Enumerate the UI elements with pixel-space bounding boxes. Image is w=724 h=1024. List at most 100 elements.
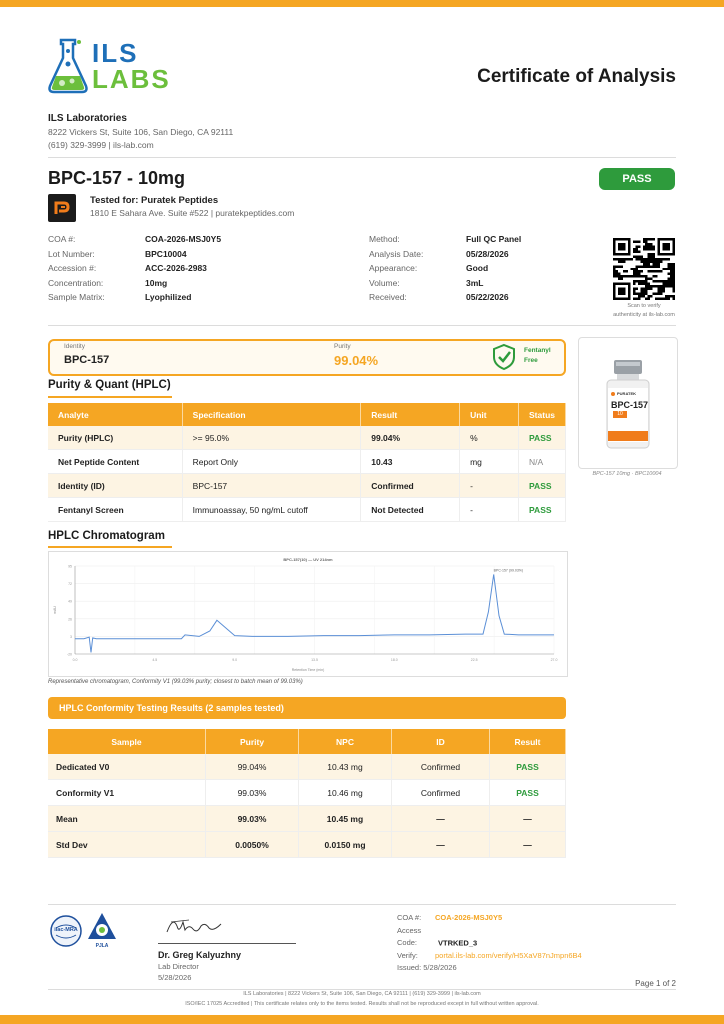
npc-cell: 10.46 mg — [298, 779, 392, 806]
column-header: Sample — [48, 729, 206, 754]
ils-labs-logo: ILS LABS — [46, 34, 181, 96]
conformity-banner: HPLC Conformity Testing Results (2 sampl… — [48, 697, 566, 719]
y-tick-label: -20 — [67, 653, 72, 657]
purity-cell: 99.03% — [205, 805, 299, 832]
verify-row-url: Verify: portal.ils-lab.com/verify/H5XaV87… — [397, 950, 582, 963]
bottom-accent-bar — [0, 1015, 724, 1024]
fentanyl-badge-line2: Free — [524, 357, 538, 364]
table-header-row: Sample Purity NPC ID Result — [48, 729, 566, 754]
table-row: Net Peptide Content Report Only 10.43 mg… — [48, 449, 566, 474]
column-header: Specification — [182, 403, 362, 426]
conformity-table: Sample Purity NPC ID Result Dedicated V0… — [48, 729, 566, 858]
result-cell: 10.43 — [360, 449, 461, 474]
x-tick-label: 13.5 — [311, 658, 318, 662]
divider — [48, 157, 676, 158]
result-cell: — — [489, 805, 566, 832]
lab-name: ILS Laboratories — [48, 113, 127, 124]
status-cell: PASS — [518, 426, 566, 450]
divider — [48, 904, 676, 905]
x-tick-label: 27.0 — [551, 658, 558, 662]
ilac-mra-seal: ilac-MRA — [49, 914, 83, 948]
column-header: ID — [391, 729, 490, 754]
table-row: Dedicated V0 99.04% 10.43 mg Confirmed P… — [48, 754, 566, 780]
result-cell: PASS — [489, 754, 566, 780]
info-label: Accession #: — [48, 263, 97, 273]
issued-date: Issued: 5/28/2026 — [397, 963, 457, 973]
table-row: Std Dev 0.0050% 0.0150 mg — — — [48, 831, 566, 858]
pjla-seal-text: PJLA — [95, 943, 109, 949]
section-underline — [48, 396, 172, 398]
vial-name: BPC-157 — [611, 400, 649, 410]
result-cell: Confirmed — [360, 473, 461, 498]
ilac-seal-text: ilac-MRA — [54, 927, 78, 933]
spec-cell: >= 95.0% — [182, 426, 362, 450]
info-value: ACC-2026-2983 — [145, 263, 207, 273]
table-header-row: Analyte Specification Result Unit Status — [48, 403, 566, 426]
product-image-frame: PURATEK BPC-157 10 — [578, 337, 678, 469]
y-tick-label: 95 — [68, 565, 72, 569]
verify-link[interactable]: portal.ils-lab.com/verify/H5XaV87nJmpn6B… — [435, 951, 582, 960]
info-right-values: Full QC Panel 05/28/2026 Good 3mL 05/22/… — [466, 234, 521, 307]
result-cell: Not Detected — [360, 497, 461, 522]
verify-coa-value: COA-2026-MSJ0Y5 — [435, 913, 503, 922]
x-tick-label: 9.0 — [232, 658, 237, 662]
id-cell: — — [391, 805, 490, 832]
analyte-cell: Purity (HPLC) — [48, 426, 183, 450]
qr-code[interactable] — [613, 238, 675, 300]
chromatogram-caption: Representative chromatogram, Conformity … — [48, 679, 303, 685]
verify-label: Verify: — [397, 950, 418, 960]
info-value: 05/22/2026 — [466, 292, 509, 302]
x-tick-label: 4.5 — [152, 658, 157, 662]
info-value: BPC10004 — [145, 248, 187, 259]
lab-contact: (619) 329-3999 | ils-lab.com — [48, 140, 154, 150]
table-row: Mean 99.03% 10.45 mg — — — [48, 805, 566, 832]
unit-cell: mg — [459, 449, 520, 474]
info-value: 05/28/2026 — [466, 248, 509, 259]
y-tick-label: 72 — [68, 582, 72, 586]
footer-line-1: ILS Laboratories | 8222 Vickers St, Suit… — [243, 991, 481, 997]
info-label: Concentration: — [48, 277, 104, 288]
purity-cell: 99.03% — [205, 779, 299, 806]
signer-date: 5/28/2026 — [158, 973, 192, 982]
verify-row-coa: COA #: COA-2026-MSJ0Y5 — [397, 912, 582, 925]
purity-table: Analyte Specification Result Unit Status… — [48, 403, 566, 522]
product-title: BPC-157 - 10mg — [48, 168, 186, 188]
y-axis-label: mAU — [53, 606, 57, 614]
sample-cell: Std Dev — [48, 831, 206, 858]
tested-for: Tested for: Puratek Peptides — [90, 195, 219, 206]
table-row: Purity (HPLC) >= 95.0% 99.04% % PASS — [48, 426, 566, 450]
divider — [48, 325, 676, 326]
footer-line-2: ISO/IEC 17025 Accredited | This certific… — [185, 1001, 539, 1007]
id-cell: Confirmed — [391, 779, 490, 806]
info-label: COA #: — [48, 234, 76, 244]
purity-cell: 0.0050% — [205, 831, 299, 858]
result-cell: PASS — [489, 779, 566, 806]
client-logo-icon — [48, 194, 76, 222]
director-signature — [166, 919, 222, 933]
table-row: Identity (ID) BPC-157 Confirmed - PASS — [48, 473, 566, 498]
verify-row-access: Access Code: VTRKED_3 — [397, 925, 582, 950]
npc-cell: 10.43 mg — [298, 754, 392, 780]
info-label: Appearance: — [369, 263, 418, 273]
column-header: Result — [489, 729, 566, 754]
sample-cell: Dedicated V0 — [48, 754, 206, 780]
info-value: COA-2026-MSJ0Y5 — [145, 234, 222, 244]
qr-caption-1: Scan to verify — [627, 303, 661, 309]
info-value: 10mg — [145, 277, 168, 288]
purity-label: Purity — [334, 343, 351, 350]
info-right-labels: Method: Analysis Date: Appearance: Volum… — [369, 234, 423, 307]
access-code-value: VTRKED_3 — [438, 938, 478, 948]
analyte-cell: Identity (ID) — [48, 473, 183, 498]
x-tick-label: 0.0 — [73, 658, 78, 662]
signer-name: Dr. Greg Kalyuzhny — [158, 950, 242, 960]
npc-cell: 0.0150 mg — [298, 831, 392, 858]
info-value: Good — [466, 263, 489, 273]
pass-badge: PASS — [599, 168, 675, 190]
info-value: Full QC Panel — [466, 234, 522, 244]
identity-label: Identity — [64, 343, 85, 350]
spec-cell: Report Only — [182, 449, 362, 474]
spec-cell: BPC-157 — [182, 473, 362, 498]
chromatogram-chart: -20 3 26 49 72 95 0.0 4.5 9.0 13.5 18.0 22.5 27.0 BPC… — [53, 557, 558, 672]
document-title: Certificate of Analysis — [477, 66, 676, 87]
column-header: Status — [518, 403, 566, 426]
